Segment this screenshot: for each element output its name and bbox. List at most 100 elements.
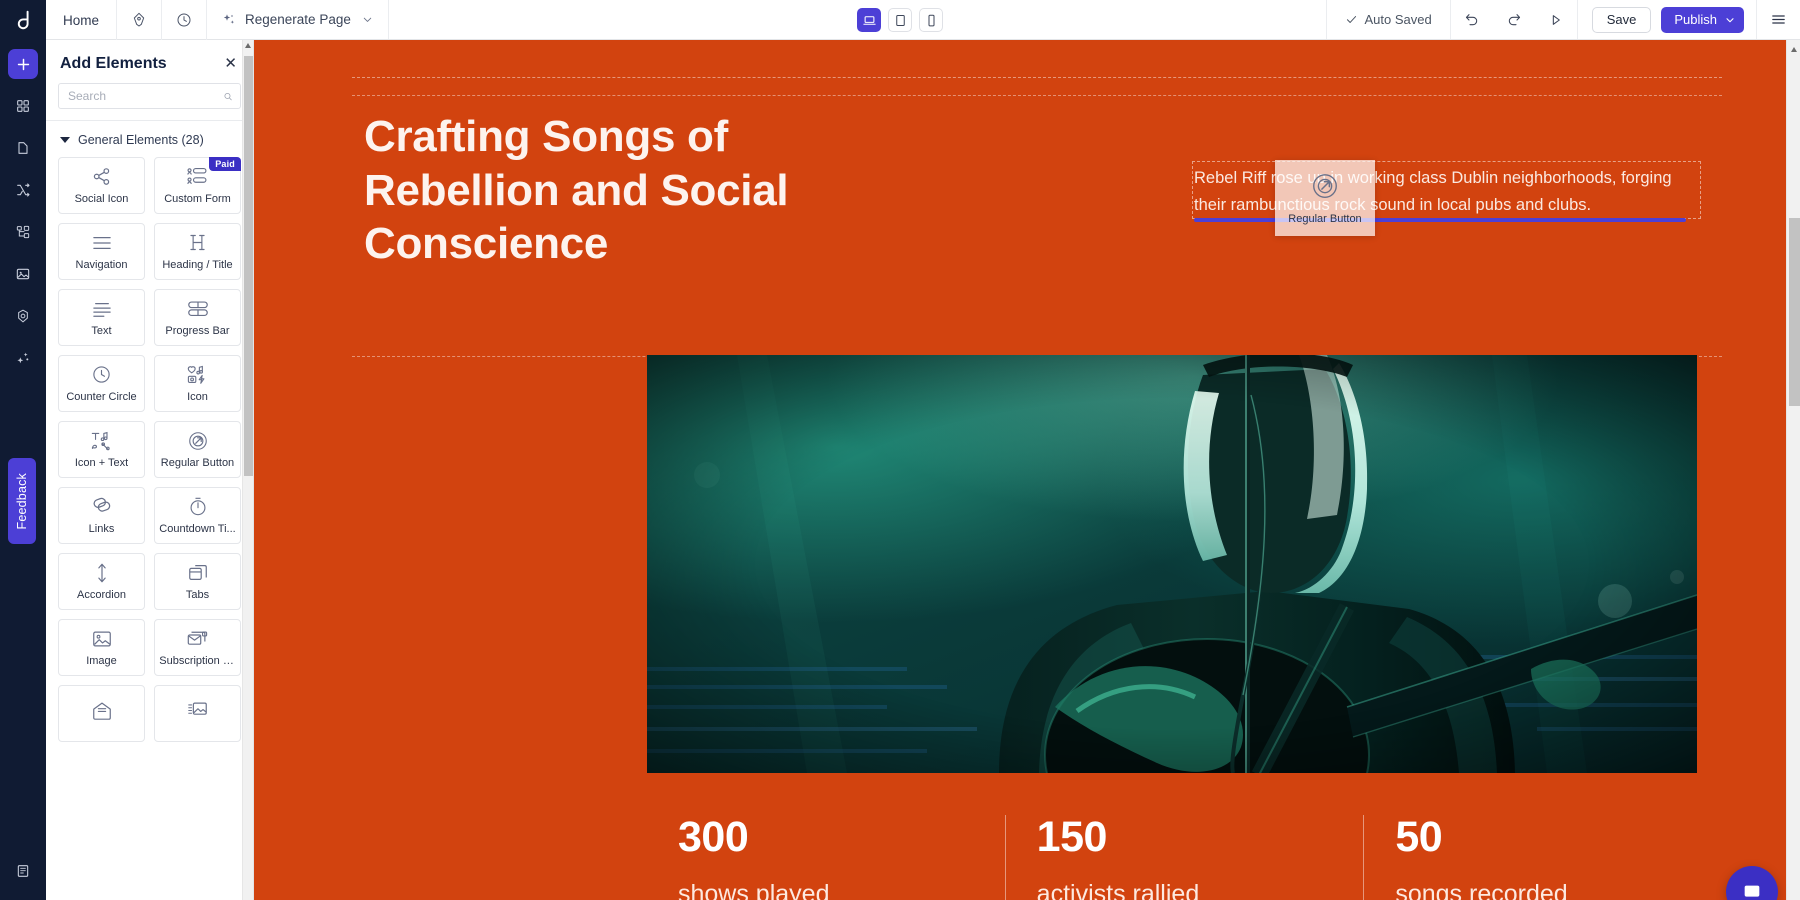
element-card-icon-text[interactable]: Icon + Text [58,421,145,478]
element-card-label: Countdown Ti... [159,523,235,535]
stat-item[interactable]: 300 shows played [647,815,1005,900]
drag-ghost-regular-button: Regular Button [1275,160,1375,236]
element-card-text[interactable]: Text [58,289,145,346]
panel-search-area [46,83,253,120]
stat-item[interactable]: 50 songs recorded [1363,815,1722,900]
sidebar-item-add[interactable] [8,49,38,79]
general-elements-group-header[interactable]: General Elements (28) [46,121,253,157]
element-card-label: Subscription F... [159,655,236,667]
element-card-label: Links [89,523,115,535]
envelope-open-icon [91,700,113,721]
device-tablet-button[interactable] [888,8,912,32]
page-canvas[interactable]: Crafting Songs of Rebellion and Social C… [254,40,1786,900]
clock-history-icon [176,12,192,28]
shuffle-style-icon [15,182,31,198]
sidebar-item-ai[interactable] [8,343,38,373]
element-card-accordion[interactable]: Accordion [58,553,145,610]
plus-icon [15,56,32,73]
element-card-social-icon[interactable]: Social Icon [58,157,145,214]
hero-paragraph-block[interactable]: Rebel Riff rose up in working class Dubl… [1194,165,1699,218]
stat-item[interactable]: 150 activists rallied [1005,815,1364,900]
stopwatch-icon [188,496,208,517]
image-placeholder-icon [91,628,113,649]
image-icon [15,266,31,282]
sidebar-item-settings[interactable] [8,301,38,331]
check-icon [1345,13,1358,26]
home-button[interactable]: Home [46,0,117,40]
sidebar-item-style[interactable] [8,175,38,205]
element-card-regular-button[interactable]: Regular Button [154,421,241,478]
sidebar-item-layers[interactable] [8,217,38,247]
element-card-progress-bar[interactable]: Progress Bar [154,289,241,346]
element-card-countdown-timer[interactable]: Countdown Ti... [154,487,241,544]
undo-icon [1464,12,1480,28]
add-elements-panel: Add Elements ✕ General Elements (28) [46,40,254,900]
icon-text-icon [90,430,114,451]
workspace: Feedback Add Elements ✕ [0,40,1800,900]
sidebar-item-media[interactable] [8,259,38,289]
undo-button[interactable] [1451,0,1493,39]
gallery-slider-icon [186,700,209,721]
drop-indicator-line [1194,218,1686,222]
element-card-label: Social Icon [75,193,129,205]
docs-button[interactable] [8,856,38,886]
grid-squares-icon [15,98,31,114]
pen-tool-button[interactable] [117,0,162,40]
chain-links-icon [90,496,113,517]
save-button[interactable]: Save [1592,7,1652,33]
element-card-icon[interactable]: Icon [154,355,241,412]
element-card-gallery-slider[interactable] [154,685,241,742]
device-mobile-button[interactable] [919,8,943,32]
panel-scrollbar-thumb[interactable] [244,56,253,476]
regenerate-page-caret[interactable] [361,13,388,26]
device-preview-switcher [857,0,943,40]
element-card-counter-circle[interactable]: Counter Circle [58,355,145,412]
layers-tree-icon [15,224,31,240]
hero-paragraph[interactable]: Rebel Riff rose up in working class Dubl… [1194,165,1699,218]
redo-button[interactable] [1493,0,1535,39]
stats-row[interactable]: 300 shows played 150 activists rallied 5… [647,815,1722,900]
stat-caption: activists rallied [1037,881,1364,900]
form-fields-icon [186,166,209,187]
app-logo[interactable] [0,0,46,40]
search-wrapper[interactable] [58,83,241,109]
canvas-scrollbar-thumb[interactable] [1789,218,1800,406]
envelope-stack-icon [186,628,209,649]
tabs-cards-icon [187,562,209,583]
canvas-area: Crafting Songs of Rebellion and Social C… [254,40,1800,900]
elements-grid: Social Icon Paid [46,157,253,900]
redo-icon [1506,12,1522,28]
stat-number: 150 [1037,815,1364,860]
element-card-image[interactable]: Image [58,619,145,676]
preview-button[interactable] [1535,0,1577,39]
element-card-links[interactable]: Links [58,487,145,544]
element-card-custom-form[interactable]: Paid Custom Form [154,157,241,214]
close-icon[interactable]: ✕ [222,54,239,73]
regenerate-page-button[interactable]: Regenerate Page [207,0,361,40]
element-card-envelope-open[interactable] [58,685,145,742]
scroll-up-arrow-icon[interactable] [245,43,251,48]
stat-caption: shows played [678,881,1005,900]
scroll-up-arrow-icon[interactable] [1791,47,1797,52]
page-title[interactable]: Crafting Songs of Rebellion and Social C… [364,110,834,271]
hero-image-block[interactable] [647,355,1697,773]
element-card-subscription-form[interactable]: Subscription F... [154,619,241,676]
element-card-heading-title[interactable]: Heading / Title [154,223,241,280]
canvas-scrollbar[interactable] [1786,40,1800,900]
history-button[interactable] [162,0,207,40]
element-card-tabs[interactable]: Tabs [154,553,241,610]
feedback-tab[interactable]: Feedback [8,458,36,544]
stat-caption: songs recorded [1395,881,1722,900]
device-desktop-button[interactable] [857,8,881,32]
panel-scrollbar[interactable] [242,40,253,900]
sidebar-item-layouts[interactable] [8,91,38,121]
chat-support-icon [1741,881,1763,900]
sidebar-item-pages[interactable] [8,133,38,163]
top-toolbar: Home [0,0,1800,40]
search-icon[interactable] [223,90,233,103]
publish-button[interactable]: Publish [1661,7,1744,33]
search-input[interactable] [68,89,223,103]
element-card-navigation[interactable]: Navigation [58,223,145,280]
main-menu-button[interactable] [1756,0,1800,39]
hamburger-menu-icon [1770,11,1787,28]
